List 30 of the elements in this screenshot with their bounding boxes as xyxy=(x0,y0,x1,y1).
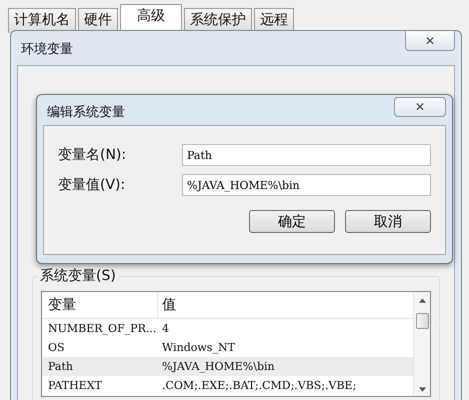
variable-name: NUMBER_OF_PR... xyxy=(47,322,158,335)
close-button[interactable]: ✕ xyxy=(405,31,455,51)
variable-name: PATHEXT xyxy=(47,379,103,392)
tab[interactable]: 高级 xyxy=(120,4,182,33)
scroll-down-icon[interactable] xyxy=(418,387,426,392)
field-label: 变量值(V): xyxy=(58,176,126,194)
scroll-thumb[interactable] xyxy=(416,313,428,329)
variable-value: .COM;.EXE;.BAT;.CMD;.VBS;.VBE; xyxy=(161,379,356,392)
column-header[interactable]: 变量 xyxy=(42,292,158,318)
list-row[interactable]: NUMBER_OF_PR... 4 xyxy=(42,319,413,338)
variable-value: 4 xyxy=(161,322,169,335)
dialog-button[interactable]: 确定 xyxy=(249,210,335,233)
variable-name: Path xyxy=(47,360,74,373)
dialog-title: 编辑系统变量 xyxy=(46,104,125,121)
scroll-up-icon[interactable] xyxy=(418,298,426,303)
close-button[interactable]: ✕ xyxy=(394,97,446,117)
column-header[interactable]: 值 xyxy=(158,292,176,318)
field-label: 变量名(N): xyxy=(58,146,128,164)
input-field[interactable]: %JAVA_HOME%\bin xyxy=(182,174,431,196)
window-title: 环境变量 xyxy=(20,41,73,58)
list-row[interactable]: PATHEXT .COM;.EXE;.BAT;.CMD;.VBS;.VBE; xyxy=(42,376,413,395)
input-field[interactable]: Path xyxy=(182,144,431,166)
scrollbar[interactable] xyxy=(413,292,430,396)
variable-name: OS xyxy=(47,341,66,354)
list-row[interactable]: Path %JAVA_HOME%\bin xyxy=(42,357,413,376)
list-row[interactable]: OS Windows_NT xyxy=(42,338,413,357)
dialog-button[interactable]: 取消 xyxy=(345,210,431,233)
variable-value: %JAVA_HOME%\bin xyxy=(161,360,275,373)
variable-value: Windows_NT xyxy=(161,341,235,354)
group-label: 系统变量(S) xyxy=(37,267,119,285)
